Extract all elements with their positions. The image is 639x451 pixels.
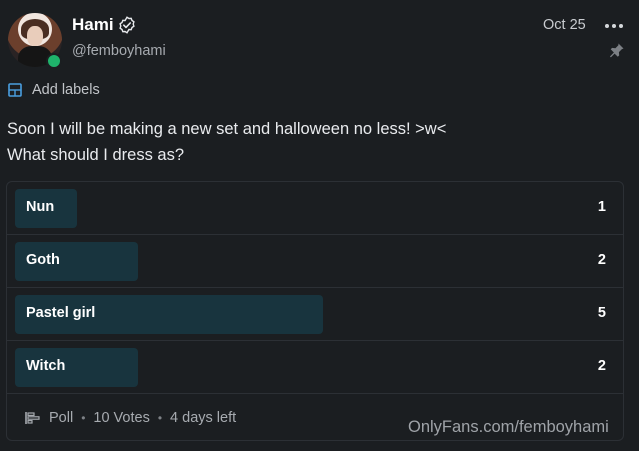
poll-footer: Poll • 10 Votes • 4 days left	[25, 408, 236, 428]
poll-option-votes: 2	[597, 358, 606, 374]
add-labels-button[interactable]: Add labels	[8, 80, 100, 100]
poll-option-label: Goth	[26, 252, 60, 268]
separator-dot: •	[81, 411, 86, 425]
poll-option-votes: 2	[597, 252, 606, 268]
poll-option-goth[interactable]: Goth 2	[7, 235, 623, 288]
poll-option-pastel-girl[interactable]: Pastel girl 5	[7, 288, 623, 341]
poll-time-left: 4 days left	[170, 410, 237, 426]
poll-option-votes: 1	[597, 199, 606, 215]
poll-icon	[25, 412, 40, 424]
poll-option-label: Witch	[26, 358, 66, 374]
separator-dot: •	[157, 411, 163, 425]
poll-option-label: Nun	[26, 199, 55, 215]
label-icon	[8, 83, 22, 97]
poll-option-witch[interactable]: Witch 2	[7, 341, 623, 394]
avatar-face	[27, 26, 43, 46]
author-handle[interactable]: @femboyhami	[72, 43, 166, 59]
poll-option-nun[interactable]: Nun 1	[7, 182, 623, 235]
post-card: Hami @femboyhami Oct 25 Add labels Soon …	[0, 0, 639, 451]
add-labels-label: Add labels	[32, 82, 100, 98]
post-date[interactable]: Oct 25	[543, 17, 586, 33]
post-text-line: What should I dress as?	[7, 146, 185, 164]
verified-badge-icon	[119, 16, 135, 34]
poll: Nun 1 Goth 2 Pastel girl 5 Witch 2 Poll	[6, 181, 624, 441]
poll-type-label: Poll	[49, 410, 74, 426]
online-status-dot	[46, 53, 62, 69]
poll-votes-total: 10 Votes	[93, 410, 150, 426]
author-name[interactable]: Hami	[72, 15, 114, 35]
poll-option-votes: 5	[597, 305, 606, 321]
watermark: OnlyFans.com/femboyhami	[408, 418, 609, 436]
poll-option-label: Pastel girl	[26, 305, 96, 321]
post-text-line: Soon I will be making a new set and hall…	[7, 120, 447, 138]
more-horizontal-icon[interactable]	[604, 18, 624, 34]
pin-icon[interactable]	[609, 42, 625, 60]
post-text: Soon I will be making a new set and hall…	[7, 116, 627, 168]
